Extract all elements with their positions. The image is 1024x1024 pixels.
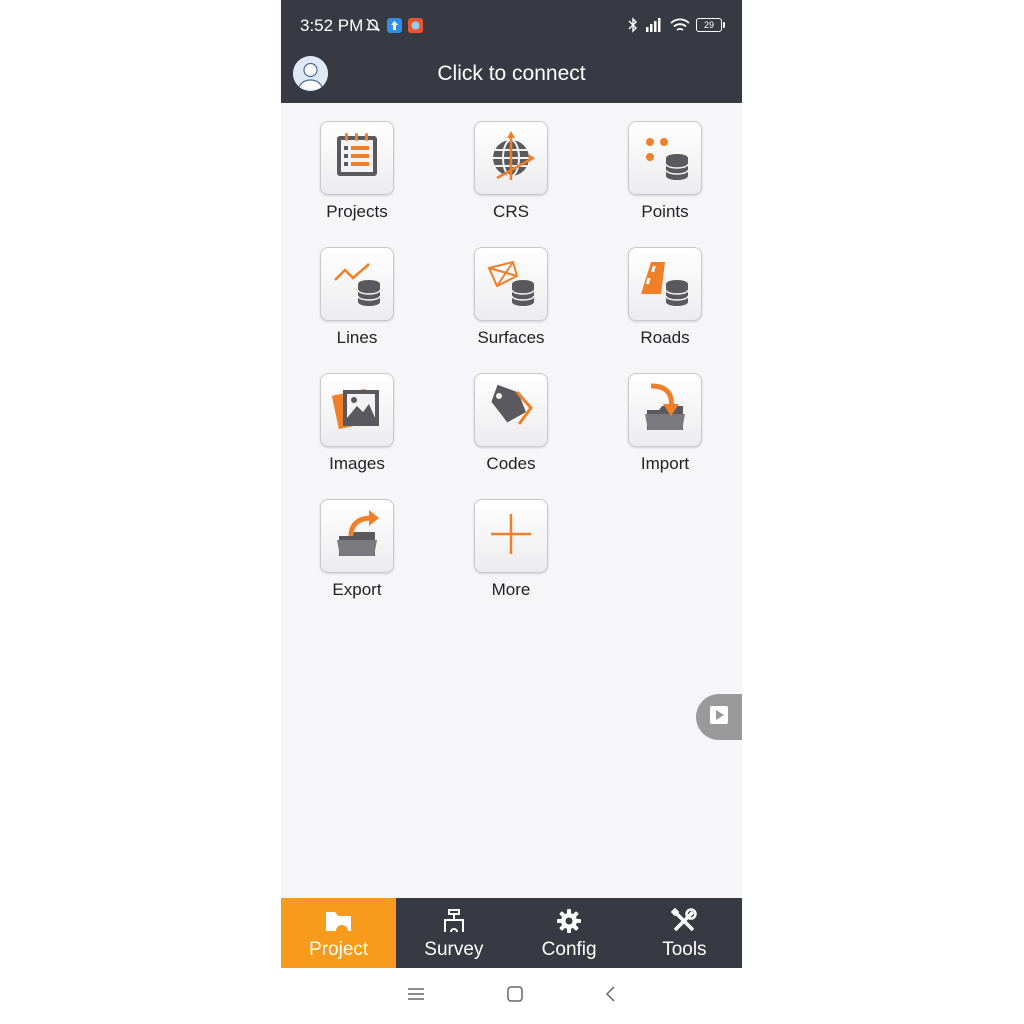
survey-instrument-icon <box>441 907 467 935</box>
more-tile[interactable]: More <box>451 499 571 619</box>
wifi-icon <box>670 18 690 33</box>
menu-icon[interactable] <box>406 986 426 1007</box>
surfaces-database-icon <box>483 254 539 315</box>
plus-icon <box>483 506 539 567</box>
export-tile[interactable]: Export <box>297 499 417 619</box>
bottom-navigation: Project Survey Config Tools <box>281 898 742 968</box>
roads-database-icon <box>637 254 693 315</box>
tile-label: Codes <box>486 454 536 473</box>
projects-icon <box>329 128 385 189</box>
tile-label: Projects <box>326 202 388 221</box>
status-system-icons: 29 <box>628 17 725 33</box>
app-notification-icon <box>387 17 402 33</box>
points-database-icon <box>637 128 693 189</box>
top-bar: 3:52 PM 29 Click to connect <box>281 0 742 103</box>
codes-tag-icon <box>483 380 539 441</box>
signal-icon <box>644 18 664 32</box>
tab-label: Config <box>541 939 597 960</box>
tile-label: Roads <box>640 328 690 347</box>
lines-database-icon <box>329 254 385 315</box>
export-folder-icon <box>329 506 385 567</box>
folder-icon <box>324 907 354 935</box>
tile-label: Points <box>641 202 689 221</box>
status-time: 3:52 PM <box>300 16 364 35</box>
gear-icon <box>556 907 582 935</box>
play-icon <box>709 705 729 730</box>
tile-label: More <box>491 580 531 599</box>
tile-label: Surfaces <box>477 328 545 347</box>
home-icon[interactable] <box>506 985 524 1008</box>
images-tile[interactable]: Images <box>297 373 417 493</box>
tile-label: CRS <box>493 202 529 221</box>
projects-tile[interactable]: Projects <box>297 121 417 241</box>
tab-label: Survey <box>424 939 484 960</box>
bluetooth-icon <box>628 17 638 33</box>
tools-icon <box>670 907 698 935</box>
tile-label: Export <box>332 580 382 599</box>
back-icon[interactable] <box>604 985 618 1008</box>
mute-bell-icon <box>365 17 381 33</box>
tile-label: Images <box>329 454 385 473</box>
codes-tile[interactable]: Codes <box>451 373 571 493</box>
tab-config[interactable]: Config <box>512 898 627 968</box>
tab-label: Project <box>309 939 369 960</box>
battery-icon: 29 <box>696 18 725 32</box>
import-folder-icon <box>637 380 693 441</box>
crs-tile[interactable]: CRS <box>451 121 571 241</box>
connect-title[interactable]: Click to connect <box>281 62 742 86</box>
floating-video-button[interactable] <box>696 694 742 740</box>
surfaces-tile[interactable]: Surfaces <box>451 247 571 367</box>
app-screen: 3:52 PM 29 Click to connect Projects CRS… <box>281 0 742 1024</box>
import-tile[interactable]: Import <box>605 373 725 493</box>
tab-survey[interactable]: Survey <box>396 898 511 968</box>
tile-label: Import <box>640 454 690 473</box>
points-tile[interactable]: Points <box>605 121 725 241</box>
app-notification-icon <box>408 17 423 33</box>
tab-label: Tools <box>662 939 707 960</box>
crs-globe-icon <box>483 128 539 189</box>
system-navigation-bar <box>281 968 742 1024</box>
images-icon <box>329 380 385 441</box>
tile-label: Lines <box>336 328 378 347</box>
tab-tools[interactable]: Tools <box>627 898 742 968</box>
lines-tile[interactable]: Lines <box>297 247 417 367</box>
status-notification-icons <box>365 17 423 33</box>
tab-project[interactable]: Project <box>281 898 397 968</box>
roads-tile[interactable]: Roads <box>605 247 725 367</box>
